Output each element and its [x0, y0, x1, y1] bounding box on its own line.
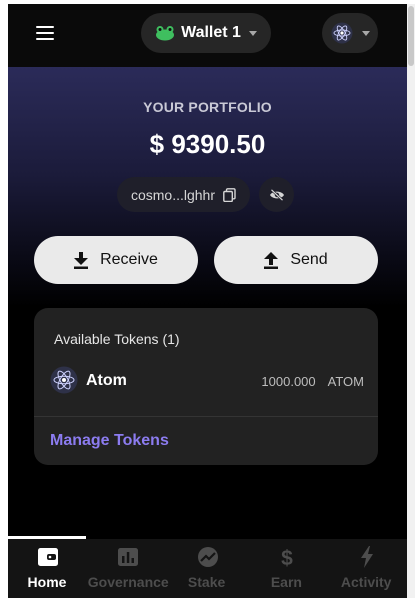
nav-home[interactable]: Home — [8, 539, 88, 598]
copy-address-button[interactable]: cosmo...lghhr — [117, 177, 250, 212]
upload-icon — [264, 251, 279, 269]
token-symbol: ATOM — [327, 374, 364, 389]
wallet-name: Wallet 1 — [181, 24, 241, 41]
nav-earn[interactable]: $ Earn — [247, 539, 327, 598]
token-name: Atom — [86, 372, 127, 389]
nav-label: Home — [27, 574, 67, 590]
send-button[interactable]: Send — [214, 236, 378, 284]
eye-off-icon — [269, 188, 284, 201]
divider — [34, 416, 378, 417]
manage-tokens-link[interactable]: Manage Tokens — [50, 432, 169, 450]
lightning-icon — [361, 546, 374, 568]
hide-balance-button[interactable] — [259, 177, 294, 212]
chevron-down-icon — [361, 30, 370, 36]
stake-icon — [197, 547, 218, 567]
scrollbar-thumb[interactable] — [408, 6, 414, 66]
portfolio-label: YOUR PORTFOLIO — [143, 99, 272, 115]
receive-button[interactable]: Receive — [34, 236, 198, 284]
cosmos-atom-icon — [50, 366, 78, 394]
scrollbar[interactable] — [407, 4, 415, 598]
nav-label: Activity — [340, 574, 392, 590]
portfolio-value: $ 9390.50 — [149, 129, 266, 159]
frog-icon — [156, 26, 175, 41]
wallet-extension-frame: Wallet 1 YOUR PORTFOLIO $ 9390.50 cosmo.… — [8, 4, 407, 598]
download-icon — [74, 251, 89, 269]
send-label: Send — [290, 251, 328, 268]
nav-stake[interactable]: Stake — [168, 539, 248, 598]
bottom-nav: Home Governance Stake $ Earn Activity — [8, 539, 407, 598]
chevron-down-icon — [248, 30, 257, 36]
token-balance: 1000.000 ATOM — [261, 374, 364, 389]
cosmos-atom-icon — [331, 22, 352, 44]
dollar-icon: $ — [282, 547, 294, 568]
token-row-atom[interactable]: Atom 1000.000 ATOM — [34, 363, 378, 405]
header: Wallet 1 — [8, 4, 407, 67]
copy-icon — [223, 187, 236, 202]
network-selector[interactable] — [322, 13, 378, 53]
nav-activity[interactable]: Activity — [327, 539, 407, 598]
nav-label: Earn — [270, 574, 302, 590]
svg-text:$: $ — [282, 547, 294, 568]
receive-label: Receive — [100, 251, 158, 268]
nav-label: Governance — [87, 574, 169, 590]
tokens-card: Available Tokens (1) Atom 1000.000 ATOM M… — [34, 308, 378, 465]
hamburger-menu-icon[interactable] — [36, 24, 56, 40]
wallet-icon — [38, 548, 58, 566]
nav-label: Stake — [187, 574, 226, 590]
bar-chart-icon — [117, 548, 138, 566]
token-amount: 1000.000 — [261, 374, 316, 389]
wallet-address: cosmo...lghhr — [130, 186, 216, 203]
wallet-selector[interactable]: Wallet 1 — [141, 13, 271, 53]
nav-governance[interactable]: Governance — [87, 539, 169, 598]
tokens-title: Available Tokens (1) — [54, 331, 180, 347]
